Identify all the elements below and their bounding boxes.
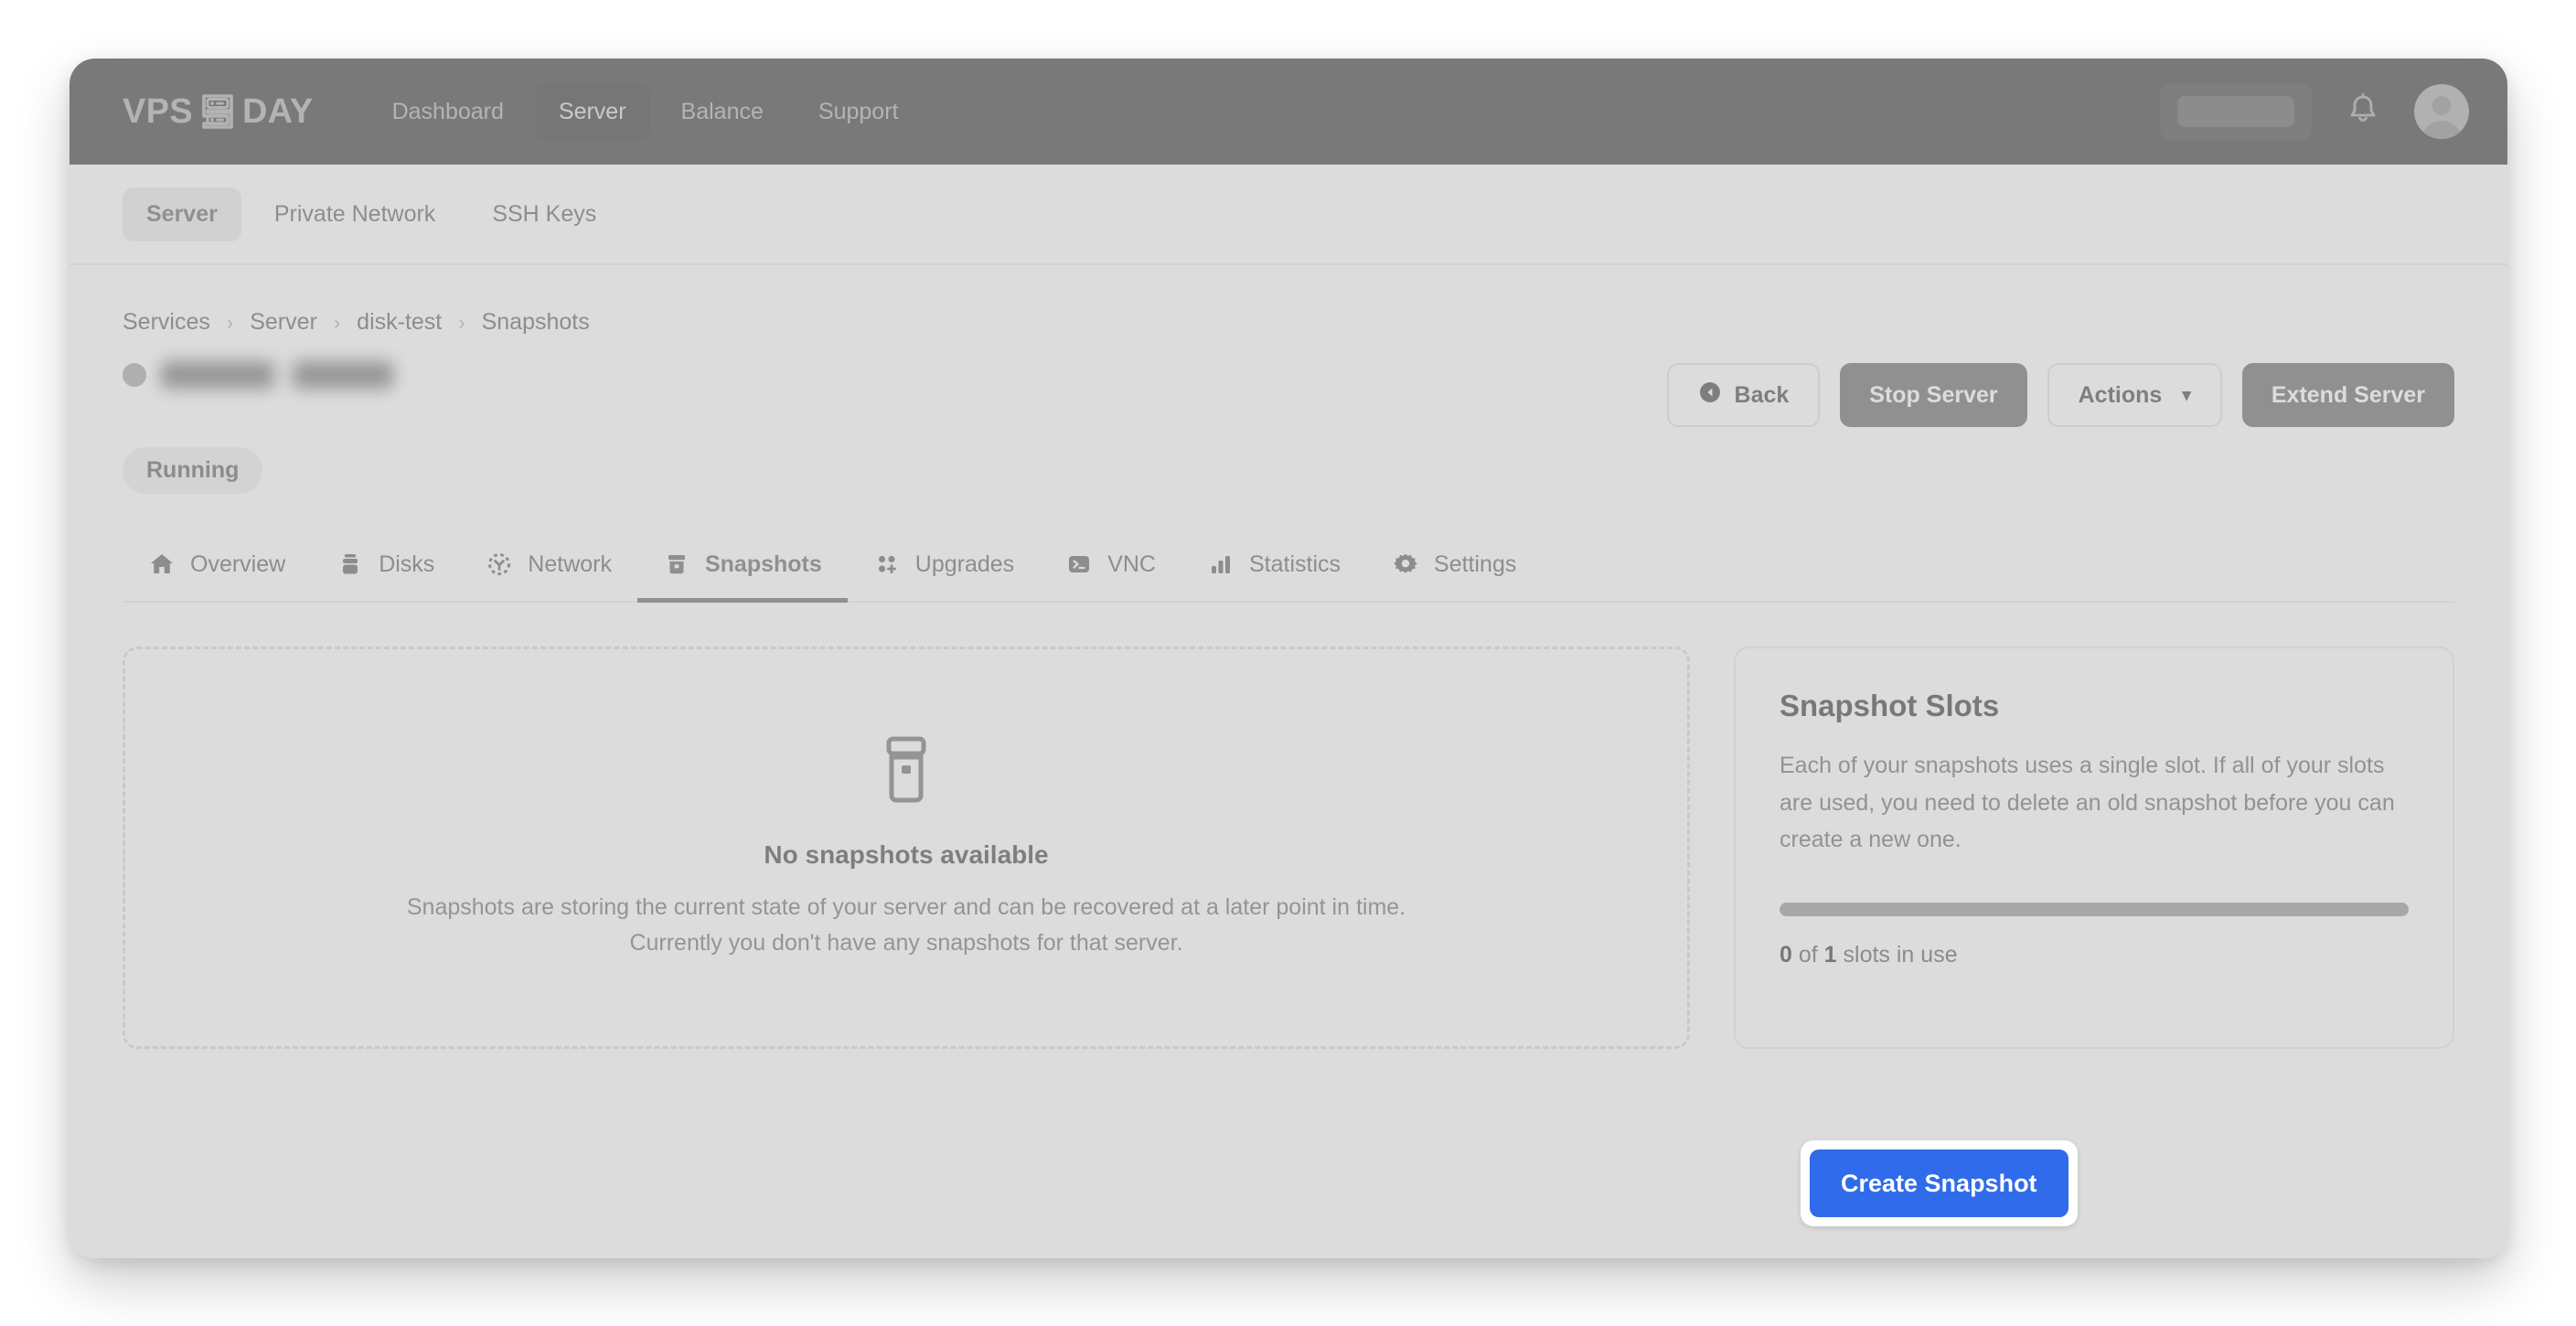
browser-window: VPS DAY Dashboard Server Balance Support… — [69, 59, 2507, 1258]
breadcrumb-item-services[interactable]: Services — [123, 309, 210, 336]
back-button[interactable]: Back — [1666, 363, 1821, 427]
server-rack-icon — [198, 91, 237, 132]
bell-icon[interactable] — [2346, 92, 2379, 132]
nav-item-server[interactable]: Server — [534, 83, 650, 140]
snapshot-slots-title: Snapshot Slots — [1780, 689, 2000, 722]
nav-item-support[interactable]: Support — [795, 84, 923, 140]
back-circle-arrow-icon — [1698, 380, 1722, 411]
tab-overview-label: Overview — [190, 551, 286, 577]
create-snapshot-button[interactable]: Create Snapshot — [1810, 1150, 2068, 1217]
page-content: Services › Server › disk-test › Snapshot… — [69, 265, 2507, 1258]
tab-vnc-label: VNC — [1107, 551, 1156, 577]
topbar-right-cluster — [2160, 83, 2469, 140]
stop-server-button[interactable]: Stop Server — [1840, 363, 2027, 427]
disk-icon — [337, 551, 364, 578]
snapshots-content: No snapshots available Snapshots are sto… — [123, 647, 2454, 1049]
gear-icon — [1392, 551, 1419, 578]
snapshot-slots-card: Snapshot Slots Each of your snapshots us… — [1734, 647, 2454, 1049]
create-snapshot-focus-ring: Create Snapshot — [1801, 1140, 2078, 1226]
nav-item-dashboard[interactable]: Dashboard — [369, 84, 528, 140]
status-badge: Running — [123, 447, 263, 494]
actions-dropdown-label: Actions — [2078, 381, 2163, 408]
app-dimmed-backdrop: VPS DAY Dashboard Server Balance Support… — [69, 59, 2507, 1258]
grid-plus-icon — [873, 551, 901, 578]
user-avatar[interactable] — [2414, 84, 2469, 139]
account-balance-indicator[interactable] — [2160, 83, 2312, 140]
server-tabs: Overview Disks Network Snapshots Upgrade… — [123, 538, 2454, 603]
empty-state-line-1: Snapshots are storing the current state … — [406, 893, 1406, 920]
snapshots-empty-state: No snapshots available Snapshots are sto… — [123, 647, 1690, 1049]
header-actions: Back Stop Server Actions ▾ Extend Server — [1666, 361, 2454, 427]
tab-settings[interactable]: Settings — [1366, 538, 1542, 603]
secondary-nav: Server Private Network SSH Keys — [69, 165, 2507, 265]
tab-network-label: Network — [528, 551, 612, 577]
terminal-icon — [1065, 551, 1093, 578]
bar-chart-icon — [1207, 551, 1235, 578]
chevron-right-icon: › — [458, 310, 465, 334]
subnav-item-private-network[interactable]: Private Network — [251, 187, 459, 241]
network-icon — [486, 551, 513, 578]
back-button-label: Back — [1734, 381, 1790, 408]
tab-network[interactable]: Network — [460, 538, 637, 603]
balance-value-redacted — [2177, 96, 2294, 127]
server-status-dot-icon — [123, 363, 146, 387]
nav-item-balance[interactable]: Balance — [657, 84, 787, 140]
archive-box-icon — [872, 735, 940, 809]
extend-server-button[interactable]: Extend Server — [2241, 363, 2454, 427]
tab-settings-label: Settings — [1434, 551, 1517, 577]
subnav-item-ssh-keys[interactable]: SSH Keys — [468, 187, 620, 241]
tab-overview[interactable]: Overview — [123, 538, 311, 603]
tab-disks[interactable]: Disks — [311, 538, 460, 603]
primary-nav: Dashboard Server Balance Support — [369, 83, 923, 140]
chevron-right-icon: › — [226, 310, 234, 334]
snapshot-slots-description: Each of your snapshots uses a single slo… — [1780, 753, 2395, 852]
tab-upgrades-label: Upgrades — [914, 551, 1015, 577]
tab-statistics-label: Statistics — [1248, 551, 1341, 577]
chevron-right-icon: › — [333, 310, 341, 334]
slots-usage-of: of — [1798, 941, 1818, 968]
page-title — [123, 361, 393, 389]
snapshot-slots-usage-text: 0 of 1 slots in use — [1780, 942, 2409, 968]
subnav-item-server[interactable]: Server — [123, 187, 241, 241]
home-icon — [148, 551, 176, 578]
archive-icon — [663, 551, 690, 578]
slots-total-count: 1 — [1823, 941, 1837, 968]
tab-snapshots[interactable]: Snapshots — [636, 538, 848, 603]
brand-logo[interactable]: VPS DAY — [123, 91, 314, 132]
server-name-redacted — [161, 361, 393, 389]
breadcrumb-item-snapshots: Snapshots — [481, 309, 590, 335]
brand-name-right: DAY — [241, 91, 314, 131]
tab-statistics[interactable]: Statistics — [1181, 538, 1366, 603]
tab-upgrades[interactable]: Upgrades — [848, 538, 1040, 603]
breadcrumb-item-server[interactable]: Server — [250, 309, 317, 336]
extend-server-label: Extend Server — [2271, 381, 2425, 408]
empty-state-line-2: Currently you don't have any snapshots f… — [629, 929, 1183, 956]
slots-used-count: 0 — [1780, 941, 1792, 968]
page-header-row: Back Stop Server Actions ▾ Extend Server — [123, 361, 2454, 427]
breadcrumb-item-disk-test[interactable]: disk-test — [357, 309, 442, 336]
tab-vnc[interactable]: VNC — [1040, 538, 1181, 603]
snapshot-slots-progress-bar — [1780, 902, 2409, 916]
chevron-down-icon: ▾ — [2182, 385, 2191, 405]
top-navbar: VPS DAY Dashboard Server Balance Support — [69, 59, 2507, 165]
tab-disks-label: Disks — [379, 551, 435, 577]
actions-dropdown-button[interactable]: Actions ▾ — [2047, 363, 2222, 427]
stop-server-label: Stop Server — [1869, 381, 1998, 408]
tab-snapshots-label: Snapshots — [704, 551, 822, 577]
breadcrumb: Services › Server › disk-test › Snapshot… — [123, 265, 2454, 336]
slots-usage-suffix: slots in use — [1843, 941, 1958, 968]
empty-state-title: No snapshots available — [764, 839, 1049, 869]
brand-name-left: VPS — [123, 91, 193, 131]
